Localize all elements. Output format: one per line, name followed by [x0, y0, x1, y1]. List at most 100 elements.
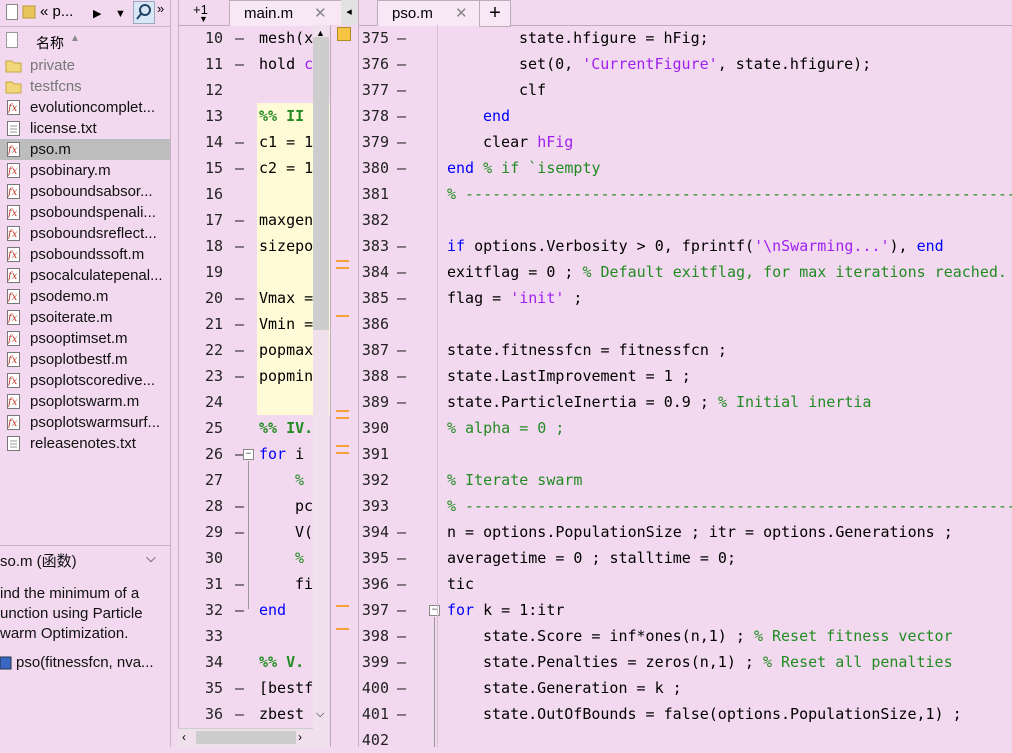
code-line[interactable]: 376 — set(0, 'CurrentFigure', state.hfigur…: [359, 51, 1012, 77]
breakpoint-dash[interactable]: —: [235, 129, 244, 155]
breakpoint-dash[interactable]: —: [235, 311, 244, 337]
breakpoint-dash[interactable]: —: [235, 675, 244, 701]
code-line[interactable]: 388 — state.LastImprovement = 1 ;: [359, 363, 1012, 389]
warning-marker[interactable]: [336, 445, 349, 447]
file-item[interactable]: fx psobinary.m: [0, 160, 170, 181]
warning-marker[interactable]: [336, 452, 349, 454]
code-line[interactable]: 397 — − for k = 1:itr: [359, 597, 1012, 623]
file-item[interactable]: fx psocalculatepenal...: [0, 265, 170, 286]
warning-marker[interactable]: [336, 410, 349, 412]
file-item[interactable]: fx psoplotswarmsurf...: [0, 412, 170, 433]
code-line[interactable]: 401 — state.OutOfBounds = false(options.Po…: [359, 701, 1012, 727]
fold-toggle-icon[interactable]: −: [429, 605, 440, 616]
code-line[interactable]: 389 — state.ParticleInertia = 0.9 ; % Init…: [359, 389, 1012, 415]
search-icon[interactable]: [133, 1, 155, 24]
breakpoint-dash[interactable]: —: [235, 519, 244, 545]
address-path[interactable]: « p...: [40, 3, 73, 21]
code-line[interactable]: 377 — clf: [359, 77, 1012, 103]
chevron-down-icon[interactable]: ⌵: [146, 550, 156, 566]
file-item[interactable]: fx psoplotscoredive...: [0, 370, 170, 391]
breakpoint-dash[interactable]: —: [397, 155, 406, 181]
breakpoint-dash[interactable]: —: [397, 623, 406, 649]
breakpoint-dash[interactable]: —: [397, 597, 406, 623]
code-line[interactable]: 402: [359, 727, 1012, 753]
breakpoint-dash[interactable]: —: [397, 545, 406, 571]
file-item[interactable]: fx psoboundspenali...: [0, 202, 170, 223]
file-item[interactable]: license.txt: [0, 118, 170, 139]
file-item[interactable]: fx pso.m: [0, 139, 170, 160]
code-line[interactable]: 391: [359, 441, 1012, 467]
file-item[interactable]: fx psoiterate.m: [0, 307, 170, 328]
code-line[interactable]: 382: [359, 207, 1012, 233]
warning-marker[interactable]: [336, 605, 349, 607]
tab-dropdown-icon[interactable]: ▼: [199, 14, 208, 24]
breakpoint-dash[interactable]: —: [235, 51, 244, 77]
file-item[interactable]: fx psooptimset.m: [0, 328, 170, 349]
breakpoint-dash[interactable]: —: [235, 207, 244, 233]
file-item[interactable]: fx psoboundssoft.m: [0, 244, 170, 265]
file-item[interactable]: fx psoplotbestf.m: [0, 349, 170, 370]
file-item[interactable]: releasenotes.txt: [0, 433, 170, 454]
breakpoint-dash[interactable]: —: [397, 363, 406, 389]
code-line[interactable]: 390 % alpha = 0 ;: [359, 415, 1012, 441]
column-header-name[interactable]: 名称 ▲: [0, 30, 170, 52]
chevron-right-icon[interactable]: ▶: [93, 5, 101, 23]
file-item[interactable]: private: [0, 55, 170, 76]
add-tab-icon[interactable]: +: [479, 0, 511, 27]
close-icon[interactable]: ✕: [455, 1, 468, 26]
breakpoint-dash[interactable]: —: [397, 389, 406, 415]
code-line[interactable]: 384 — exitflag = 0 ; % Default exitflag, f…: [359, 259, 1012, 285]
breakpoint-dash[interactable]: —: [235, 233, 244, 259]
warning-marker[interactable]: [336, 267, 349, 269]
scrollbar-thumb[interactable]: [196, 731, 296, 744]
breakpoint-dash[interactable]: —: [397, 649, 406, 675]
warning-marker[interactable]: [336, 315, 349, 317]
code-line[interactable]: 392 % Iterate swarm: [359, 467, 1012, 493]
code-line[interactable]: 381 % -----------------------------------…: [359, 181, 1012, 207]
function-signature[interactable]: pso(fitnessfcn, nva...: [16, 654, 154, 671]
warning-status-icon[interactable]: [337, 27, 351, 41]
code-line[interactable]: 379 — clear hFig: [359, 129, 1012, 155]
breakpoint-dash[interactable]: —: [235, 701, 244, 727]
code-line[interactable]: 375 — state.hfigure = hFig;: [359, 25, 1012, 51]
breakpoint-dash[interactable]: —: [235, 155, 244, 181]
breakpoint-dash[interactable]: —: [397, 259, 406, 285]
tab-main-m[interactable]: main.m ✕: [229, 0, 351, 26]
warning-marker[interactable]: [336, 628, 349, 630]
tab-scroll-left-icon[interactable]: ◂: [341, 0, 357, 25]
code-line[interactable]: 399 — state.Penalties = zeros(n,1) ; % Res…: [359, 649, 1012, 675]
tab-pso-m[interactable]: pso.m ✕: [377, 0, 489, 26]
code-line[interactable]: 393 % -----------------------------------…: [359, 493, 1012, 519]
chevron-down-icon[interactable]: ▼: [115, 5, 126, 23]
overflow-icon[interactable]: »: [157, 0, 164, 18]
breakpoint-dash[interactable]: —: [397, 701, 406, 727]
breakpoint-dash[interactable]: —: [397, 25, 406, 51]
code-line[interactable]: 395 — averagetime = 0 ; stalltime = 0;: [359, 545, 1012, 571]
file-item[interactable]: fx psoplotswarm.m: [0, 391, 170, 412]
file-item[interactable]: fx psodemo.m: [0, 286, 170, 307]
breakpoint-dash[interactable]: —: [397, 571, 406, 597]
breakpoint-dash[interactable]: —: [397, 129, 406, 155]
breakpoint-dash[interactable]: —: [235, 571, 244, 597]
code-line[interactable]: 385 — flag = 'init' ;: [359, 285, 1012, 311]
breakpoint-dash[interactable]: —: [235, 597, 244, 623]
breakpoint-dash[interactable]: —: [397, 51, 406, 77]
chevron-left-icon[interactable]: ‹: [182, 730, 186, 744]
code-line[interactable]: 386: [359, 311, 1012, 337]
chevron-down-icon[interactable]: ⌵: [316, 708, 324, 721]
breakpoint-dash[interactable]: —: [397, 337, 406, 363]
fold-toggle-icon[interactable]: −: [243, 449, 254, 460]
code-line[interactable]: 383 — if options.Verbosity > 0, fprintf('\…: [359, 233, 1012, 259]
code-line[interactable]: 387 — state.fitnessfcn = fitnessfcn ;: [359, 337, 1012, 363]
file-item[interactable]: fx psoboundsabsor...: [0, 181, 170, 202]
code-line[interactable]: 380 — end % if `isempty: [359, 155, 1012, 181]
file-item[interactable]: testfcns: [0, 76, 170, 97]
breakpoint-dash[interactable]: —: [397, 519, 406, 545]
breakpoint-dash[interactable]: —: [397, 285, 406, 311]
file-item[interactable]: fx psoboundsreflect...: [0, 223, 170, 244]
breakpoint-dash[interactable]: —: [397, 77, 406, 103]
breakpoint-dash[interactable]: —: [397, 233, 406, 259]
scrollbar-thumb[interactable]: [313, 37, 329, 330]
code-line[interactable]: 378 — end: [359, 103, 1012, 129]
warning-marker[interactable]: [336, 417, 349, 419]
